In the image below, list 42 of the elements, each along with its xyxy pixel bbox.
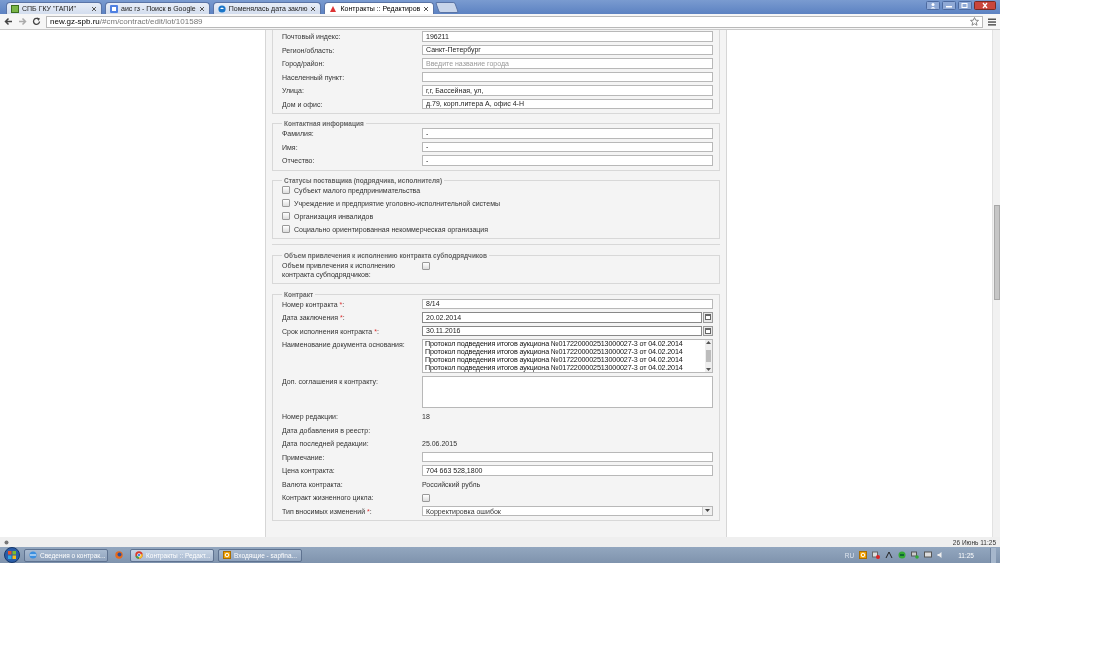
menu-icon[interactable] [988,17,996,26]
mail-icon [223,551,231,559]
checkbox[interactable] [282,198,290,207]
browser-icon [29,551,37,559]
checkbox[interactable] [422,494,430,502]
close-icon[interactable] [423,5,430,12]
arrow-down-icon [706,368,711,371]
checkbox[interactable] [422,261,430,270]
back-icon[interactable] [4,17,13,26]
mail-icon[interactable] [859,551,868,559]
favicon-icon [11,4,19,13]
reload-icon[interactable] [32,17,41,26]
checkbox[interactable] [282,211,290,220]
user-icon[interactable] [926,1,940,10]
star-icon[interactable] [970,17,979,26]
calendar-icon [705,327,711,334]
restore-icon[interactable] [958,1,972,10]
checkbox[interactable] [282,185,290,194]
speaker-icon[interactable] [937,551,944,559]
calendar-icon [705,314,711,321]
close-icon[interactable] [91,5,97,12]
calendar-button[interactable] [703,312,713,323]
calendar-button[interactable] [703,325,713,336]
browser-icon [135,551,143,559]
input-field[interactable] [422,451,713,462]
start-button-icon[interactable] [4,547,20,563]
address-field[interactable]: new.gz-spb.ru/#cm/contract/edit/lot/101589 [46,15,983,28]
close-icon[interactable] [310,5,317,12]
scrollbar[interactable] [992,30,1000,537]
browser-icon [115,551,123,559]
caret-icon [705,509,710,513]
taskbar-button[interactable] [112,548,126,562]
monitor-icon[interactable] [924,551,933,559]
arrow-up-icon [706,341,711,344]
minimize-icon[interactable] [942,1,956,10]
scrollbar[interactable] [705,340,712,372]
close-icon[interactable] [198,5,205,12]
close-icon[interactable] [974,1,996,10]
list-box[interactable] [422,339,713,373]
checkbox[interactable] [282,224,290,233]
new-tab-button[interactable] [435,2,460,13]
input-field[interactable] [422,71,713,82]
